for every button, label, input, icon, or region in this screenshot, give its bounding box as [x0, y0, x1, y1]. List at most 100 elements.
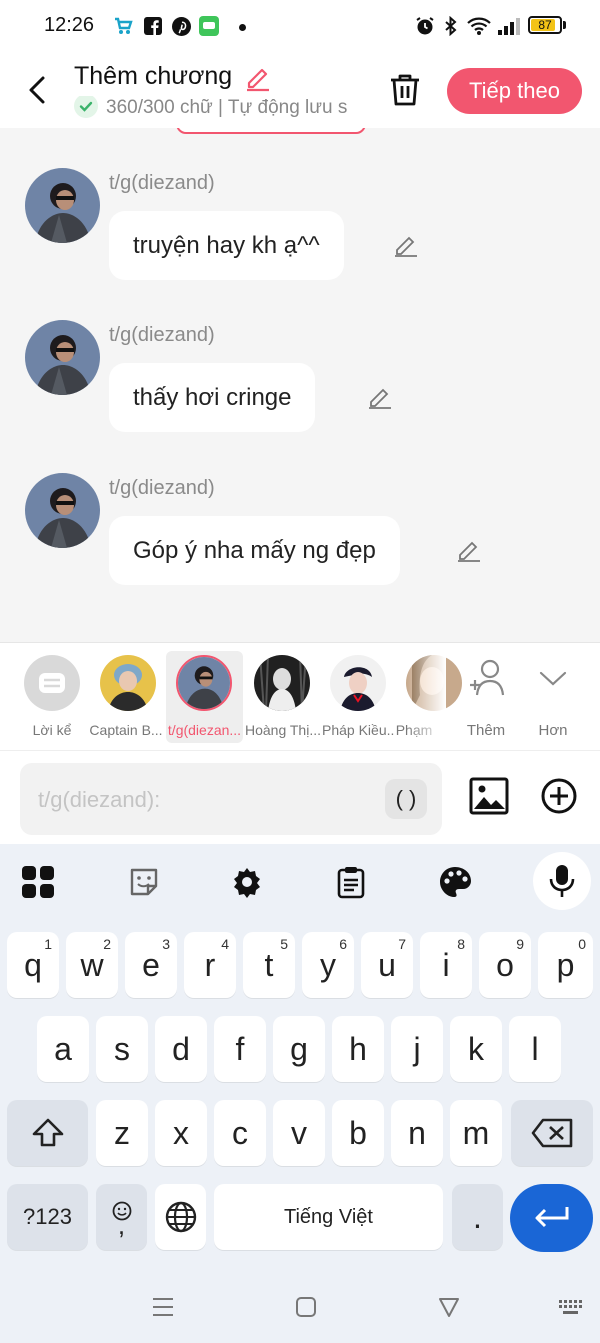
- character-label: Hoàng Thị...: [244, 722, 321, 738]
- key-label: r: [204, 946, 216, 983]
- key-b[interactable]: b: [332, 1100, 384, 1166]
- key-g[interactable]: g: [273, 1016, 325, 1082]
- key-label: l: [531, 1030, 539, 1067]
- character-item-selected[interactable]: t/g(diezan...: [166, 643, 243, 750]
- edit-message-icon[interactable]: [393, 232, 419, 258]
- key-label: n: [408, 1114, 426, 1151]
- backspace-key[interactable]: [511, 1100, 593, 1166]
- shift-key[interactable]: [7, 1100, 88, 1166]
- key-u[interactable]: u7: [361, 932, 413, 998]
- key-label: x: [173, 1114, 189, 1151]
- battery-indicator: 87: [528, 16, 562, 34]
- key-a[interactable]: a: [37, 1016, 89, 1082]
- key-d[interactable]: d: [155, 1016, 207, 1082]
- message-bubble[interactable]: Góp ý nha mấy ng đẹp: [109, 516, 400, 585]
- key-z[interactable]: z: [96, 1100, 148, 1166]
- page-title[interactable]: Thêm chương: [74, 62, 232, 91]
- key-p[interactable]: p0: [538, 932, 593, 998]
- emoji-icon: [112, 1192, 132, 1221]
- comma-label: ,: [117, 1210, 126, 1240]
- key-x[interactable]: x: [155, 1100, 207, 1166]
- keyboard-toggle-icon[interactable]: [556, 1294, 586, 1320]
- key-m[interactable]: m: [450, 1100, 502, 1166]
- key-e[interactable]: e3: [125, 932, 177, 998]
- key-w[interactable]: w2: [66, 932, 118, 998]
- key-label: g: [290, 1030, 308, 1067]
- character-item[interactable]: Hoàng Thị...: [244, 643, 322, 750]
- key-r[interactable]: r4: [184, 932, 236, 998]
- microphone-button[interactable]: [533, 852, 591, 910]
- avatar[interactable]: [25, 320, 100, 395]
- key-o[interactable]: o9: [479, 932, 531, 998]
- add-button[interactable]: [538, 775, 580, 817]
- more-characters-button[interactable]: Hơn: [524, 643, 582, 750]
- back-triangle-icon[interactable]: [436, 1294, 462, 1320]
- message-item: t/g(diezand) thấy hơi cringe: [0, 320, 600, 450]
- character-item[interactable]: Captain B...: [86, 643, 166, 750]
- settings-gear-icon[interactable]: [227, 862, 267, 902]
- back-button[interactable]: [20, 70, 54, 110]
- character-label: Lời kể: [32, 722, 72, 738]
- apps-grid-icon[interactable]: [18, 862, 58, 902]
- save-status: 360/300 chữ | Tự động lưu s: [74, 96, 364, 122]
- key-c[interactable]: c: [214, 1100, 266, 1166]
- key-f[interactable]: f: [214, 1016, 266, 1082]
- bluetooth-icon: [441, 16, 461, 36]
- key-label: j: [413, 1030, 421, 1067]
- avatar[interactable]: [25, 168, 100, 243]
- more-label: Hơn: [538, 722, 568, 739]
- check-icon: [74, 96, 98, 118]
- sticker-icon[interactable]: [124, 862, 164, 902]
- theme-palette-icon[interactable]: [435, 862, 475, 902]
- emoji-comma-key[interactable]: ,: [96, 1184, 147, 1250]
- plus-circle-icon: [541, 778, 577, 814]
- edit-title-icon[interactable]: [244, 64, 272, 92]
- key-label: a: [54, 1030, 72, 1067]
- character-label: t/g(diezan...: [167, 722, 242, 738]
- key-hint: 9: [516, 936, 524, 952]
- key-n[interactable]: n: [391, 1100, 443, 1166]
- key-i[interactable]: i8: [420, 932, 472, 998]
- edit-message-icon[interactable]: [456, 537, 482, 563]
- avatar[interactable]: [25, 473, 100, 548]
- space-key[interactable]: Tiếng Việt: [214, 1184, 443, 1250]
- next-button[interactable]: Tiếp theo: [447, 68, 582, 114]
- message-input[interactable]: t/g(diezand): ( ): [20, 763, 442, 835]
- key-label: z: [114, 1114, 130, 1151]
- message-bubble[interactable]: truyện hay kh ạ^^: [109, 211, 344, 280]
- key-t[interactable]: t5: [243, 932, 295, 998]
- key-k[interactable]: k: [450, 1016, 502, 1082]
- character-item[interactable]: Pháp Kiều...: [322, 643, 394, 750]
- insert-image-button[interactable]: [468, 775, 510, 817]
- character-label: Pháp Kiều...: [322, 722, 394, 738]
- messages-icon: [199, 16, 219, 36]
- key-y[interactable]: y6: [302, 932, 354, 998]
- enter-key[interactable]: [510, 1184, 593, 1252]
- key-hint: 1: [44, 936, 52, 952]
- key-v[interactable]: v: [273, 1100, 325, 1166]
- key-l[interactable]: l: [509, 1016, 561, 1082]
- language-key[interactable]: [155, 1184, 206, 1250]
- clipboard-icon[interactable]: [331, 862, 371, 902]
- key-hint: 6: [339, 936, 347, 952]
- key-h[interactable]: h: [332, 1016, 384, 1082]
- facebook-icon: [143, 16, 163, 36]
- menu-icon[interactable]: [150, 1294, 176, 1320]
- delete-button[interactable]: [388, 72, 422, 108]
- chat-area[interactable]: t/g(diezand) truyện hay kh ạ^^ t/g(dieza…: [0, 128, 600, 642]
- symbols-key[interactable]: ?123: [7, 1184, 88, 1250]
- home-square-icon[interactable]: [293, 1294, 319, 1320]
- key-label: u: [378, 946, 396, 983]
- add-character-button[interactable]: Thêm: [456, 643, 516, 750]
- key-hint: 8: [457, 936, 465, 952]
- message-bubble[interactable]: thấy hơi cringe: [109, 363, 316, 432]
- edit-message-icon[interactable]: [367, 384, 393, 410]
- key-q[interactable]: q1: [7, 932, 59, 998]
- period-key[interactable]: .: [452, 1184, 503, 1250]
- action-text-button[interactable]: ( ): [385, 779, 427, 819]
- key-label: y: [320, 946, 336, 983]
- key-s[interactable]: s: [96, 1016, 148, 1082]
- key-j[interactable]: j: [391, 1016, 443, 1082]
- character-narrator[interactable]: Lời kể: [20, 643, 84, 750]
- key-label: f: [235, 1030, 245, 1067]
